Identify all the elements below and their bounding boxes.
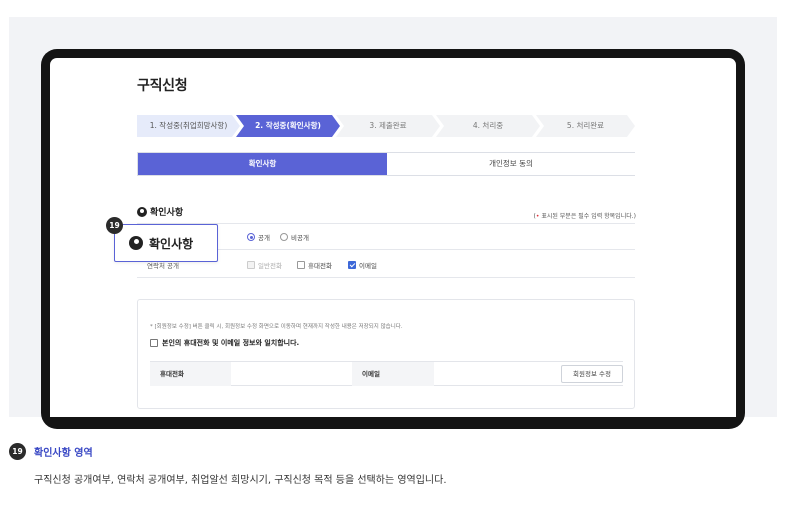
required-note-text: 표시된 부분은 필수 입력 항목입니다.: [541, 213, 634, 220]
checkbox-box-checked: [348, 261, 356, 269]
contact-info-table: 휴대전화 이메일: [150, 361, 623, 386]
email-header: 이메일: [352, 362, 434, 386]
step-2: 2. 작성중(확인사항): [236, 115, 340, 137]
callout-box: 확인사항: [114, 224, 218, 262]
confirm-checkbox-label: 본인의 휴대전화 및 이메일 정보와 일치합니다.: [162, 339, 300, 347]
checkbox-box: [297, 261, 305, 269]
radio-public-label: 공개: [258, 234, 270, 242]
step-indicator: 1. 작성중(취업희망사항) 2. 작성중(확인사항) 3. 제출완료 4. 처…: [137, 115, 635, 137]
radio-dot: [280, 233, 288, 241]
description-title: 확인사항 영역: [34, 448, 93, 459]
radio-private-label: 비공개: [291, 234, 309, 242]
checkbox-email[interactable]: 이메일: [348, 260, 377, 270]
callout-label: 확인사항: [149, 236, 194, 251]
edit-member-info-button[interactable]: 회원정보 수정: [561, 365, 623, 383]
tab-confirm[interactable]: 확인사항: [138, 153, 387, 175]
section-title-label: 확인사항: [150, 208, 184, 218]
member-info-card: * [회원정보 수정] 버튼 클릭 시, 회원정보 수정 화면으로 이동하며 현…: [137, 299, 635, 409]
edit-warning-note: * [회원정보 수정] 버튼 클릭 시, 회원정보 수정 화면으로 이동하며 현…: [150, 324, 403, 330]
pin-icon: [137, 206, 147, 217]
step-5: 5. 처리완료: [536, 115, 635, 137]
description-number-badge: 19: [9, 443, 26, 460]
section-title: 확인사항: [137, 205, 183, 218]
checkbox-mobile-label: 휴대전화: [308, 262, 332, 270]
checkbox-box: [150, 339, 158, 347]
step-3: 3. 제출완료: [336, 115, 440, 137]
tab-privacy-consent[interactable]: 개인정보 동의: [387, 153, 635, 175]
phone-header: 휴대전화: [150, 362, 231, 386]
description-text: 구직신청 공개여부, 연락처 공개여부, 취업알선 희망시기, 구직신청 목적 …: [34, 475, 447, 486]
radio-dot-checked: [247, 233, 255, 241]
radio-public[interactable]: 공개: [247, 232, 270, 242]
radio-private[interactable]: 비공개: [280, 232, 309, 242]
checkbox-box-disabled: [247, 261, 255, 269]
checkbox-mobile[interactable]: 휴대전화: [297, 260, 332, 270]
row-divider: [137, 277, 635, 278]
checkbox-landline: 일반전화: [247, 260, 282, 270]
confirm-checkbox[interactable]: 본인의 휴대전화 및 이메일 정보와 일치합니다.: [150, 338, 299, 348]
tab-bar: 확인사항 개인정보 동의: [137, 152, 635, 176]
checkbox-email-label: 이메일: [359, 262, 377, 270]
pin-icon: [129, 236, 143, 250]
step-4: 4. 처리중: [436, 115, 540, 137]
callout-number-badge: 19: [106, 217, 123, 234]
page-title: 구직신청: [137, 78, 188, 94]
required-mark: •: [535, 213, 540, 220]
step-1: 1. 작성중(취업희망사항): [137, 115, 240, 137]
checkbox-landline-label: 일반전화: [258, 262, 282, 270]
required-note: (• 표시된 부분은 필수 입력 항목입니다.): [533, 213, 637, 220]
